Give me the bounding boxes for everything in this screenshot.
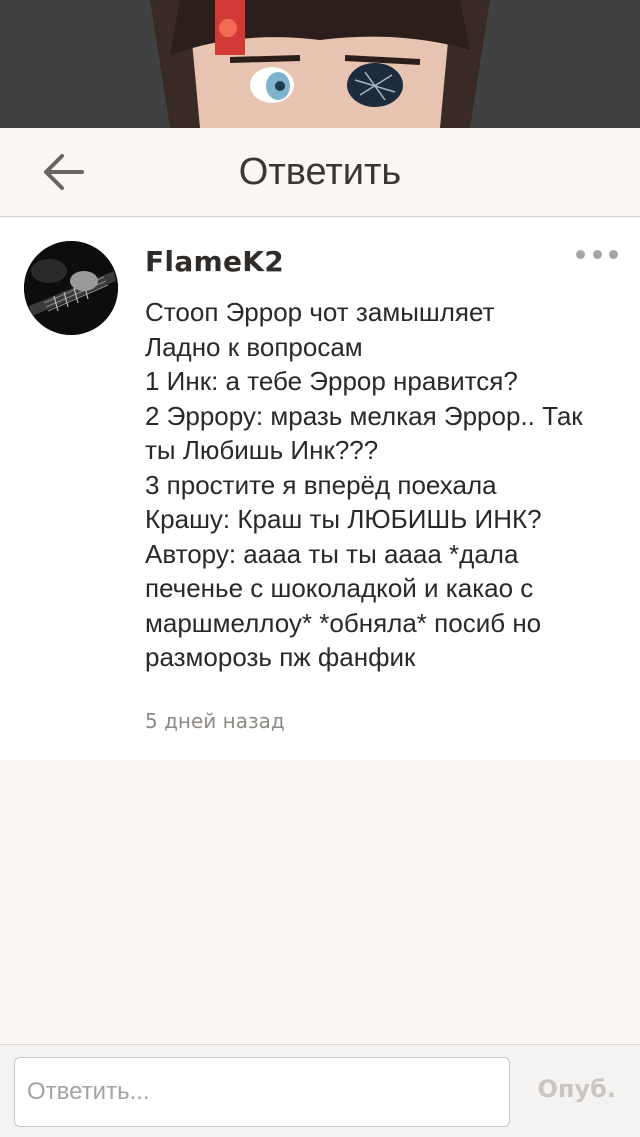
cover-image xyxy=(0,0,640,128)
comment-timestamp: 5 дней назад xyxy=(145,709,285,733)
avatar[interactable] xyxy=(24,241,118,335)
comment-card: FlameK2 Стооп Эррор чот замышляет Ладно … xyxy=(0,217,640,760)
comment-line: 1 Инк: а тебе Эррор нравится? xyxy=(145,366,518,396)
top-bar: Ответить xyxy=(0,128,640,217)
comment-line: разморозь пж фанфик xyxy=(145,642,416,672)
reply-bar: Опуб. xyxy=(0,1044,640,1137)
comment-line: Крашу: Краш ты ЛЮБИШЬ ИНК? xyxy=(145,504,542,534)
comment-line: маршмеллоу* *обняла* посиб но xyxy=(145,607,542,638)
page-title: Ответить xyxy=(238,151,402,193)
publish-button[interactable]: Опуб. xyxy=(537,1075,616,1103)
comment-line: Стооп Эррор чот замышляет xyxy=(145,297,495,327)
comment-line: 2 Эррору: мразь мелкая Эррор.. Так xyxy=(145,400,583,431)
comment-line: Ладно к вопросам xyxy=(145,331,363,362)
comment-line: ты Любишь Инк??? xyxy=(145,435,379,465)
comment-line: печенье с шоколадкой и какао с xyxy=(145,573,534,603)
comment-line: 3 простите я вперёд поехала xyxy=(145,469,497,500)
comment-author[interactable]: FlameK2 xyxy=(145,245,284,278)
comment-text: Стооп Эррор чот замышляет Ладно к вопрос… xyxy=(145,295,625,675)
more-horizontal-icon xyxy=(576,249,585,259)
more-options-button[interactable] xyxy=(576,247,618,261)
reply-input[interactable] xyxy=(14,1057,510,1127)
comment-line: Автору: аааа ты ты аааа *дала xyxy=(145,538,519,569)
